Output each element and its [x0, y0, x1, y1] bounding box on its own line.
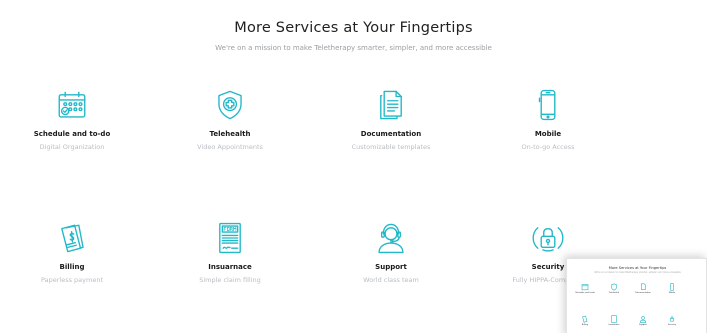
preview-service: Mobile [657, 283, 687, 294]
invoice-icon [582, 315, 588, 323]
shield-plus-icon [611, 283, 617, 291]
service-description: Video Appointments [197, 143, 263, 151]
preview-service: Support [628, 315, 658, 326]
service-schedule[interactable]: Schedule and to-do Digital Organization [0, 88, 157, 151]
service-title: Support [375, 263, 407, 271]
preview-title: More Services at Your Fingertips [608, 266, 667, 270]
padlock-icon [670, 316, 674, 322]
service-title: Schedule and to-do [33, 130, 111, 138]
preview-service: Documentation [628, 283, 658, 294]
service-description: Digital Organization [39, 143, 105, 151]
service-description: Customizable templates [351, 143, 431, 151]
form-icon [611, 315, 617, 323]
service-documentation[interactable]: Documentation Customizable templates [306, 88, 476, 151]
section-subtitle: We're on a mission to make Teletherapy s… [215, 44, 492, 52]
service-title: Mobile [534, 130, 562, 138]
service-description: Paperless payment [40, 276, 103, 284]
preview-service: Telehealth [599, 283, 629, 294]
service-title: Insuarnace [208, 263, 252, 271]
document-icon [380, 90, 402, 120]
calendar-icon [58, 91, 86, 118]
service-title: Billing [59, 263, 85, 271]
section-title: More Services at Your Fingertips [234, 20, 473, 36]
page-preview-thumbnail[interactable]: More Services at Your Fingertips We're o… [566, 258, 707, 333]
preview-service: Billing [570, 315, 600, 326]
preview-service: Insuarnace [599, 315, 629, 326]
preview-service: Security [657, 315, 687, 326]
service-title: Documentation [360, 130, 422, 138]
service-description: On-to-go Access [521, 143, 575, 151]
shield-plus-icon [218, 90, 242, 120]
document-icon [641, 283, 646, 290]
service-title: Telehealth [209, 130, 251, 138]
headset-icon [639, 316, 647, 323]
padlock-icon [532, 227, 564, 252]
service-description: Simple claim filling [199, 276, 261, 284]
preview-subtitle: We're on a mission to make Teletherapy s… [594, 271, 681, 274]
headset-icon [378, 223, 404, 254]
service-support[interactable]: Support World class team [306, 221, 476, 284]
preview-service: Schedule and to-do [570, 283, 600, 294]
invoice-icon [61, 224, 84, 253]
service-description: World class team [363, 276, 419, 284]
form-icon [219, 222, 241, 254]
service-telehealth[interactable]: Telehealth Video Appointments [145, 88, 315, 151]
service-insurance[interactable]: Insuarnace Simple claim filling [145, 221, 315, 284]
phone-icon [670, 283, 674, 291]
services-page: More Services at Your Fingertips We're o… [0, 0, 707, 333]
calendar-icon [581, 284, 589, 291]
service-mobile[interactable]: Mobile On-to-go Access [463, 88, 633, 151]
service-billing[interactable]: Billing Paperless payment [0, 221, 157, 284]
phone-icon [538, 89, 556, 121]
